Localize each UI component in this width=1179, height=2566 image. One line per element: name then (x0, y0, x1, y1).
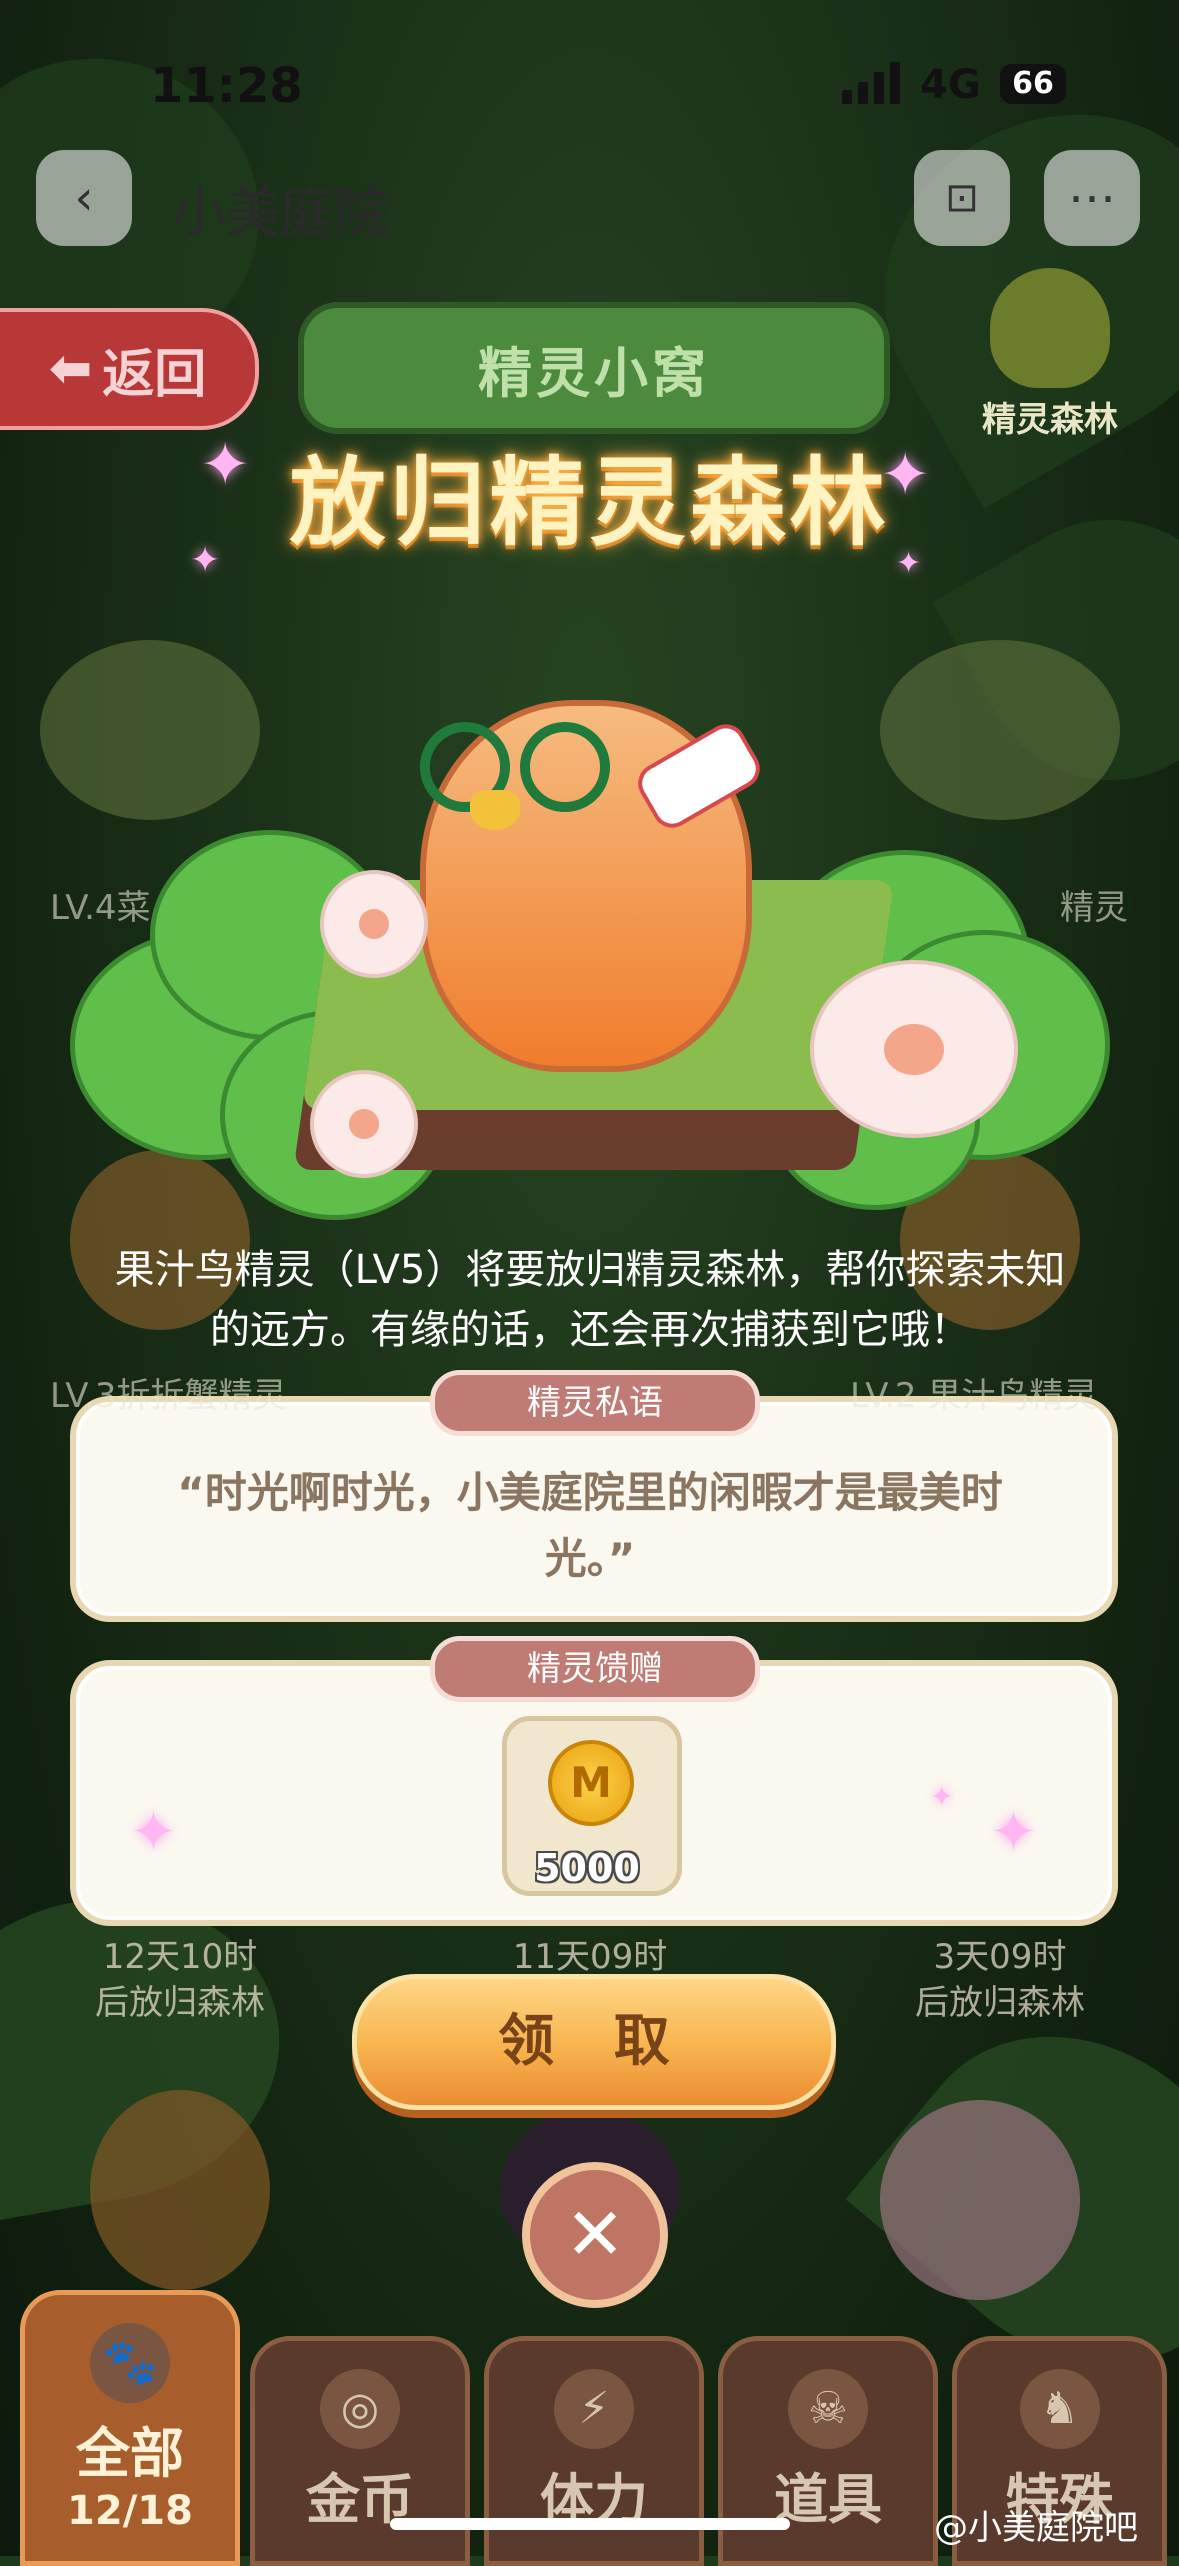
sparkle-icon: ✦ (990, 1800, 1037, 1865)
tab-items[interactable]: ☠ 道具 (718, 2336, 938, 2566)
bg-level-label: LV.2 果汁鸟精灵 (850, 1376, 1098, 1416)
dialog-description: 果汁鸟精灵（LV5）将要放归精灵森林，帮你探索未知的远方。有缘的话，还会再次捕获… (114, 1247, 1066, 1353)
paw-icon: 🐾 (90, 2323, 170, 2403)
watermark: @小美庭院吧 (934, 2508, 1138, 2548)
tab-label: 全部 (76, 2422, 184, 2485)
close-icon: ✕ (564, 2192, 626, 2276)
bg-level-label: LV.3拆拆蟹精灵 (50, 1376, 287, 1416)
coin-stack-icon: ◎ (320, 2369, 400, 2449)
tab-coins[interactable]: ◎ 金币 (250, 2336, 470, 2566)
sparkle-icon: ✦ (130, 1800, 177, 1865)
lightning-icon: ⚡ (554, 2369, 634, 2449)
tab-count: 12/18 (67, 2488, 193, 2534)
reward-amount: 5000 (534, 1846, 640, 1890)
home-indicator[interactable] (390, 2518, 790, 2530)
close-button[interactable]: ✕ (522, 2162, 668, 2308)
coin-icon: M (548, 1740, 634, 1826)
bg-timer: 3天09时 后放归森林 (915, 1937, 1085, 2023)
spirit-illustration (0, 0, 1179, 1220)
tab-all[interactable]: 🐾 全部 12/18 (20, 2290, 240, 2566)
whisper-text: “时光啊时光，小美庭院里的闲暇才是最美时光。” (177, 1468, 1003, 1583)
tab-stamina[interactable]: ⚡ 体力 (484, 2336, 704, 2566)
sparkle-icon: ✦ (930, 1780, 954, 1813)
whisper-tag: 精灵私语 (430, 1370, 760, 1436)
bg-level-label: LV.4菜 (50, 888, 151, 928)
bg-level-label: 精灵 (1060, 888, 1128, 928)
claim-button[interactable]: 领 取 (352, 1974, 836, 2110)
rabbit-icon: ♞ (1019, 2369, 1100, 2449)
gift-tag: 精灵馈赠 (430, 1636, 760, 1702)
skull-icon: ☠ (788, 2369, 868, 2449)
bg-timer: 12天10时 后放归森林 (95, 1937, 265, 2023)
